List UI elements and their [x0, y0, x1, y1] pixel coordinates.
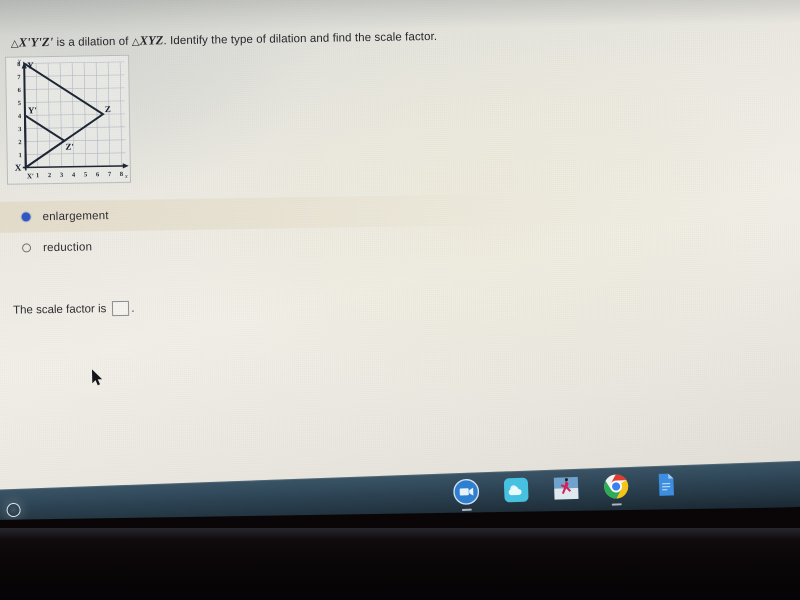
svg-text:6: 6 [96, 171, 100, 178]
svg-text:1: 1 [36, 172, 39, 179]
svg-text:3: 3 [60, 172, 63, 179]
scale-factor-line: The scale factor is . [12, 300, 135, 318]
google-docs-icon[interactable] [653, 471, 680, 498]
svg-text:1: 1 [19, 152, 22, 159]
radio-enlargement[interactable] [21, 212, 31, 222]
x-axis-arrow [122, 163, 129, 169]
svg-text:4: 4 [72, 172, 76, 179]
triangle-label-preimage: XYZ [139, 33, 164, 48]
svg-text:x: x [124, 174, 128, 180]
dancer-photo-icon[interactable] [553, 475, 580, 502]
svg-text:y: y [17, 58, 21, 64]
vertex-label-X: X [15, 162, 22, 172]
svg-text:3: 3 [18, 126, 21, 133]
vertex-label-Z-prime: Z′ [65, 142, 74, 152]
weather-cloud-icon[interactable] [503, 477, 530, 504]
video-camera-icon[interactable] [453, 478, 480, 511]
taskbar-icons [453, 471, 680, 511]
screen-photo: △X'Y'Z' is a dilation of △XYZ. Identify … [0, 0, 800, 600]
vertex-label-Z: Z [105, 104, 111, 114]
radio-reduction[interactable] [21, 243, 32, 253]
svg-text:8: 8 [120, 171, 123, 178]
scale-factor-prefix: The scale factor is [12, 302, 107, 317]
svg-text:6: 6 [18, 87, 22, 94]
svg-text:4: 4 [18, 113, 22, 120]
svg-text:2: 2 [48, 172, 51, 179]
coordinate-graph: 8 7 6 5 4 3 2 1 1 2 3 4 5 6 7 8 y x Y Z … [5, 54, 132, 185]
prompt-mid-2: . Identify the type of dilation and find… [163, 30, 438, 48]
triangle-symbol-2: △ [131, 36, 140, 48]
option-label-enlargement: enlargement [42, 209, 109, 223]
svg-text:7: 7 [17, 74, 21, 81]
active-indicator [461, 508, 472, 511]
svg-text:5: 5 [84, 171, 87, 178]
scale-factor-suffix: . [131, 302, 135, 315]
scale-factor-input[interactable] [112, 300, 130, 317]
svg-text:2: 2 [18, 139, 21, 146]
triangle-symbol-1: △ [10, 38, 19, 50]
worksheet-page: △X'Y'Z' is a dilation of △XYZ. Identify … [0, 0, 800, 502]
chrome-icon[interactable] [603, 473, 630, 506]
prompt-mid-1: is a dilation of [53, 35, 132, 49]
answer-options: enlargement reduction [0, 188, 800, 264]
bezel-glow [0, 528, 800, 540]
chromebook-screen: △X'Y'Z' is a dilation of △XYZ. Identify … [0, 0, 800, 520]
svg-text:7: 7 [108, 171, 112, 178]
launcher-circle-icon[interactable] [6, 502, 21, 518]
question-prompt: △X'Y'Z' is a dilation of △XYZ. Identify … [11, 27, 571, 51]
device-bezel [0, 528, 800, 600]
svg-text:5: 5 [18, 100, 21, 107]
active-indicator [611, 503, 622, 506]
vertex-label-Y-prime: Y′ [28, 105, 37, 115]
triangle-label-image: X'Y'Z' [18, 34, 54, 50]
option-label-reduction: reduction [42, 240, 93, 254]
mouse-pointer-icon [91, 369, 103, 386]
vertex-label-X-prime: X′ [27, 172, 34, 180]
vertex-label-Y: Y [27, 60, 34, 70]
